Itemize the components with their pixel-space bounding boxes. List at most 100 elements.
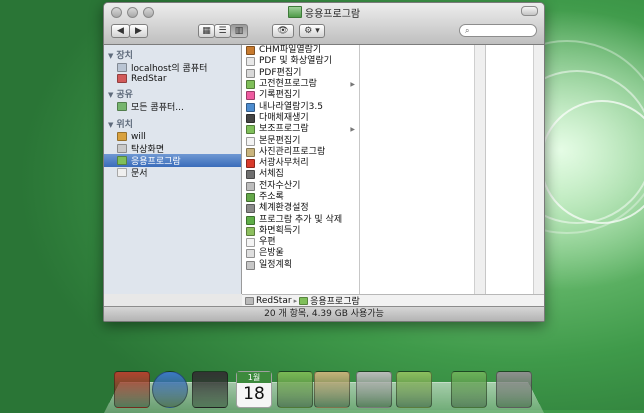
file-name: PDF편집기	[259, 67, 302, 78]
dock-globe-icon[interactable]	[152, 371, 188, 408]
sidebar-section-label: 장치	[116, 51, 133, 61]
path-separator-icon: ▸	[293, 296, 298, 305]
sidebar-item-icon	[117, 63, 127, 72]
doc-icon	[246, 68, 255, 78]
path-item[interactable]: RedStar	[256, 296, 292, 306]
scrollbar[interactable]	[474, 45, 485, 294]
path-item-icon	[299, 296, 309, 305]
sidebar-item-label: will	[131, 131, 146, 142]
view-icon-button[interactable]: ▦	[198, 24, 215, 38]
file-list-item[interactable]: 기록편집기	[242, 90, 359, 101]
file-list-item[interactable]: 프로그람 추가 및 삭제	[242, 214, 359, 225]
file-list-item[interactable]: 내나라열람기3.5	[242, 101, 359, 112]
column-applications: CHM파일열람기 PDF 및 화상열람기 PDF편집기 고전현프로그람 ▶ 기록편집기 내나…	[242, 45, 360, 294]
sidebar-section-label: 위치	[116, 120, 133, 130]
sidebar-item[interactable]: RedStar	[104, 72, 241, 85]
file-name: 내나라열람기3.5	[259, 101, 323, 112]
sidebar-item-icon	[117, 168, 127, 177]
file-name: 프로그람 추가 및 삭제	[259, 214, 343, 225]
file-list-item[interactable]: 본문편집기	[242, 135, 359, 146]
action-menu-button[interactable]: ⚙ ▾	[299, 24, 325, 38]
window-toolbar: 응용프로그람 ◀ ▶ ▦ ☰ ▥ 👁 ⚙ ▾ ⌕	[104, 3, 544, 45]
path-item-icon	[245, 296, 254, 305]
quicklook-button[interactable]: 👁	[272, 24, 294, 38]
file-list-item[interactable]: 일정계획	[242, 260, 359, 271]
dock-trash-icon[interactable]	[496, 371, 532, 408]
back-button[interactable]: ◀	[111, 24, 130, 38]
dock-screenshot-icon[interactable]	[396, 371, 432, 408]
font-icon	[246, 170, 255, 180]
file-name: 체계환경설정	[259, 203, 309, 214]
file-name: 전자수산기	[259, 180, 301, 191]
book-icon	[246, 193, 255, 202]
dock-bookmark-icon[interactable]	[114, 371, 150, 408]
file-name: 서체집	[259, 169, 284, 180]
file-name: CHM파일열람기	[259, 45, 322, 56]
dock-media-player-icon[interactable]	[192, 371, 228, 408]
window-title-text: 응용프로그람	[304, 9, 361, 20]
calc-icon	[246, 181, 255, 191]
search-field[interactable]: ⌕	[459, 24, 537, 37]
sidebar-section-label: 공유	[116, 90, 133, 100]
finder-window: 응용프로그람 ◀ ▶ ▦ ☰ ▥ 👁 ⚙ ▾ ⌕ ▼ 장치 localhost의 콤…	[103, 2, 545, 322]
dock-installer-icon[interactable]	[451, 371, 487, 408]
photo-icon	[246, 147, 255, 157]
sidebar-item-icon	[117, 74, 127, 83]
sidebar-item-icon	[117, 144, 127, 153]
column-empty-2	[486, 45, 544, 294]
sidebar-item-icon	[117, 102, 127, 111]
file-list-item[interactable]: 보조프로그람 ▶	[242, 124, 359, 135]
view-list-button[interactable]: ☰	[214, 24, 231, 38]
sidebar-section-header[interactable]: ▼ 공유	[108, 87, 133, 100]
sidebar-item-icon	[117, 156, 127, 165]
file-list-item[interactable]: 고전현프로그람 ▶	[242, 79, 359, 90]
calendar-day-label: 18	[243, 384, 265, 404]
file-list-item[interactable]: PDF편집기	[242, 68, 359, 79]
disclosure-triangle-icon[interactable]: ▼	[108, 91, 113, 99]
chevron-right-icon: ▶	[350, 126, 355, 134]
dock-calendar-icon[interactable]: 1월 18	[236, 371, 272, 408]
sidebar-item[interactable]: 모든 콤퓨터...	[104, 100, 241, 113]
file-list-item[interactable]: 사진관리프로그람	[242, 147, 359, 158]
sidebar-section-header[interactable]: ▼ 장치	[108, 48, 133, 61]
sidebar-item[interactable]: 문서	[104, 166, 241, 179]
bell-icon	[246, 249, 255, 259]
calendar-icon	[246, 260, 255, 270]
file-list-item[interactable]: 화면획득기	[242, 226, 359, 237]
dock-photo-manager-icon[interactable]	[314, 371, 350, 408]
file-name: 우편	[259, 237, 276, 248]
box-icon	[246, 215, 255, 225]
path-bar: RedStar ▸ 응용프로그람	[242, 294, 544, 307]
disclosure-triangle-icon[interactable]: ▼	[108, 52, 113, 60]
file-list-item[interactable]: CHM파일열람기	[242, 45, 359, 56]
file-list-item[interactable]: 전자수산기	[242, 181, 359, 192]
dock-calculator-icon[interactable]	[356, 371, 392, 408]
dock-address-book-icon[interactable]	[277, 371, 313, 408]
scrollbar[interactable]	[533, 45, 544, 294]
disclosure-triangle-icon[interactable]: ▼	[108, 121, 113, 129]
file-list-item[interactable]: 서체집	[242, 169, 359, 180]
sidebar-item-label: 모든 콤퓨터...	[131, 103, 184, 113]
window-title: 응용프로그람	[104, 5, 544, 20]
file-list-item[interactable]: 서광사무처리	[242, 158, 359, 169]
file-name: PDF 및 화상열람기	[259, 56, 332, 67]
forward-button[interactable]: ▶	[129, 24, 148, 38]
search-icon: ⌕	[465, 26, 470, 35]
file-list-item[interactable]: PDF 및 화상열람기	[242, 56, 359, 67]
file-list-item[interactable]: 체계환경설정	[242, 203, 359, 214]
doc-icon	[246, 136, 255, 146]
file-name: 보조프로그람	[259, 124, 309, 135]
view-column-button[interactable]: ▥	[230, 24, 248, 38]
file-list-item[interactable]: 다매체재생기	[242, 113, 359, 124]
file-list-item[interactable]: 우편	[242, 237, 359, 248]
toolbar-toggle-button[interactable]	[521, 6, 538, 16]
file-name: 고전현프로그람	[259, 79, 317, 90]
file-name: 서광사무처리	[259, 158, 309, 169]
status-bar: 20 개 항목, 4.39 GB 사용가능	[104, 306, 544, 321]
gear-icon	[246, 204, 255, 214]
file-list-item[interactable]: 은방울	[242, 248, 359, 259]
file-list-item[interactable]: 주소록	[242, 192, 359, 203]
film-icon	[246, 113, 255, 123]
file-name: 다매체재생기	[259, 112, 309, 123]
sidebar-section-header[interactable]: ▼ 위치	[108, 117, 133, 130]
